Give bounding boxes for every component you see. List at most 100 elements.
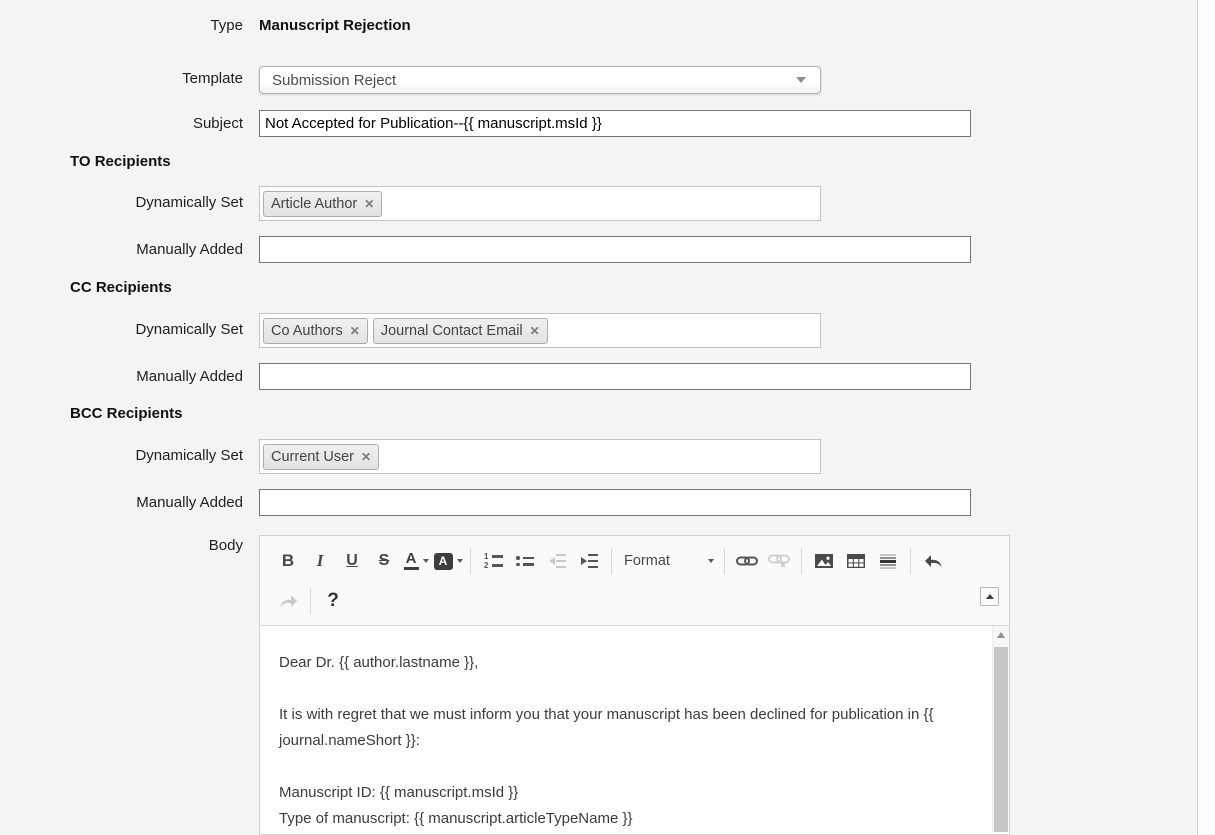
help-button[interactable]: ? xyxy=(317,586,349,616)
toolbar-separator xyxy=(801,548,802,574)
to-dynamic-tagbox[interactable]: Article Author ✕ xyxy=(259,186,821,221)
background-color-button[interactable]: A xyxy=(432,546,464,576)
cc-dynamic-label: Dynamically Set xyxy=(0,313,243,339)
type-value: Manuscript Rejection xyxy=(259,17,411,35)
body-line: Manuscript ID: {{ manuscript.msId }} xyxy=(279,780,964,806)
unlink-button[interactable] xyxy=(763,546,795,576)
image-icon xyxy=(815,554,833,568)
remove-tag-icon[interactable]: ✕ xyxy=(350,325,360,337)
subject-label: Subject xyxy=(0,110,243,133)
recipient-tag: Article Author ✕ xyxy=(263,191,382,217)
chevron-down-icon xyxy=(423,559,429,563)
bcc-dynamic-row: Dynamically Set Current User ✕ xyxy=(0,439,821,474)
editor-toolbar: B I U S A A 1 2 xyxy=(260,536,1009,626)
increase-indent-button[interactable] xyxy=(573,546,605,576)
bcc-manual-label: Manually Added xyxy=(0,489,243,512)
page-right-edge xyxy=(1197,0,1215,834)
link-icon xyxy=(736,555,758,567)
bulleted-list-icon xyxy=(516,556,534,566)
chevron-down-icon xyxy=(708,559,714,563)
text-color-icon: A xyxy=(404,552,419,570)
horizontal-rule-button[interactable] xyxy=(872,546,904,576)
insert-table-button[interactable] xyxy=(840,546,872,576)
format-dropdown[interactable]: Format xyxy=(618,546,718,576)
bcc-recipients-header: BCC Recipients xyxy=(70,405,183,422)
scrollbar-thumb[interactable] xyxy=(994,647,1008,832)
toolbar-separator xyxy=(611,548,612,574)
body-line: Dear Dr. {{ author.lastname }}, xyxy=(279,650,964,676)
decrease-indent-button[interactable] xyxy=(541,546,573,576)
scroll-up-icon xyxy=(997,632,1005,638)
body-label: Body xyxy=(0,537,243,555)
redo-button[interactable] xyxy=(272,586,304,616)
editor-scrollbar[interactable] xyxy=(992,626,1009,832)
cc-manual-input[interactable] xyxy=(259,363,971,390)
bcc-dynamic-label: Dynamically Set xyxy=(0,439,243,465)
to-dynamic-label: Dynamically Set xyxy=(0,186,243,212)
strikethrough-button[interactable]: S xyxy=(368,546,400,576)
recipient-tag: Current User ✕ xyxy=(263,444,379,470)
chevron-down-icon xyxy=(457,559,463,563)
type-row: Type Manuscript Rejection xyxy=(0,17,411,35)
cc-manual-label: Manually Added xyxy=(0,363,243,386)
italic-button[interactable]: I xyxy=(304,546,336,576)
collapse-toolbar-button[interactable] xyxy=(980,587,999,606)
to-manual-row: Manually Added xyxy=(0,236,971,263)
body-line: It is with regret that we must inform yo… xyxy=(279,702,964,754)
to-recipients-header: TO Recipients xyxy=(70,153,171,170)
recipient-tag-label: Article Author xyxy=(271,196,357,212)
body-line xyxy=(279,754,964,780)
toolbar-separator xyxy=(910,548,911,574)
bcc-dynamic-tagbox[interactable]: Current User ✕ xyxy=(259,439,821,474)
text-color-button[interactable]: A xyxy=(400,546,432,576)
bold-button[interactable]: B xyxy=(272,546,304,576)
editor-body-text: Dear Dr. {{ author.lastname }}, It is wi… xyxy=(260,626,1009,832)
subject-input[interactable] xyxy=(259,110,971,137)
subject-row: Subject xyxy=(0,110,971,137)
bulleted-list-button[interactable] xyxy=(509,546,541,576)
link-button[interactable] xyxy=(731,546,763,576)
template-label: Template xyxy=(0,66,243,88)
toolbar-row-1: B I U S A A 1 2 xyxy=(272,541,1001,581)
scrollbar-up-button[interactable] xyxy=(993,626,1009,644)
bcc-manual-row: Manually Added xyxy=(0,489,971,516)
cc-dynamic-row: Dynamically Set Co Authors ✕ Journal Con… xyxy=(0,313,821,348)
undo-button[interactable] xyxy=(917,546,949,576)
numbered-list-icon: 1 2 xyxy=(484,554,503,569)
bcc-manual-input[interactable] xyxy=(259,489,971,516)
numbered-list-button[interactable]: 1 2 xyxy=(477,546,509,576)
decrease-indent-icon xyxy=(548,554,566,568)
toolbar-separator xyxy=(310,588,311,614)
body-line xyxy=(279,676,964,702)
body-richtext-editor: B I U S A A 1 2 xyxy=(259,535,1010,835)
underline-button[interactable]: U xyxy=(336,546,368,576)
chevron-down-icon xyxy=(796,77,806,83)
body-row-label: Body xyxy=(0,537,243,555)
horizontal-rule-icon xyxy=(880,554,896,569)
cc-recipients-header: CC Recipients xyxy=(70,279,172,296)
template-row: Template Submission Reject xyxy=(0,66,821,94)
remove-tag-icon[interactable]: ✕ xyxy=(364,198,374,210)
remove-tag-icon[interactable]: ✕ xyxy=(530,325,540,337)
collapse-toolbar-icon xyxy=(986,594,994,599)
undo-icon xyxy=(924,554,943,569)
recipient-tag: Co Authors ✕ xyxy=(263,318,368,344)
insert-image-button[interactable] xyxy=(808,546,840,576)
editor-content-area[interactable]: Dear Dr. {{ author.lastname }}, It is wi… xyxy=(260,626,1009,832)
redo-icon xyxy=(279,594,298,609)
to-manual-input[interactable] xyxy=(259,236,971,263)
table-icon xyxy=(847,554,865,568)
template-select[interactable]: Submission Reject xyxy=(259,66,821,94)
toolbar-separator xyxy=(724,548,725,574)
to-dynamic-row: Dynamically Set Article Author ✕ xyxy=(0,186,821,221)
cc-dynamic-tagbox[interactable]: Co Authors ✕ Journal Contact Email ✕ xyxy=(259,313,821,348)
cc-manual-row: Manually Added xyxy=(0,363,971,390)
increase-indent-icon xyxy=(580,554,598,568)
body-line: Type of manuscript: {{ manuscript.articl… xyxy=(279,806,964,832)
unlink-icon xyxy=(768,554,790,568)
toolbar-row-2: ? xyxy=(272,581,1001,621)
to-manual-label: Manually Added xyxy=(0,236,243,259)
remove-tag-icon[interactable]: ✕ xyxy=(361,451,371,463)
type-label: Type xyxy=(0,17,243,35)
background-color-icon: A xyxy=(434,553,453,570)
